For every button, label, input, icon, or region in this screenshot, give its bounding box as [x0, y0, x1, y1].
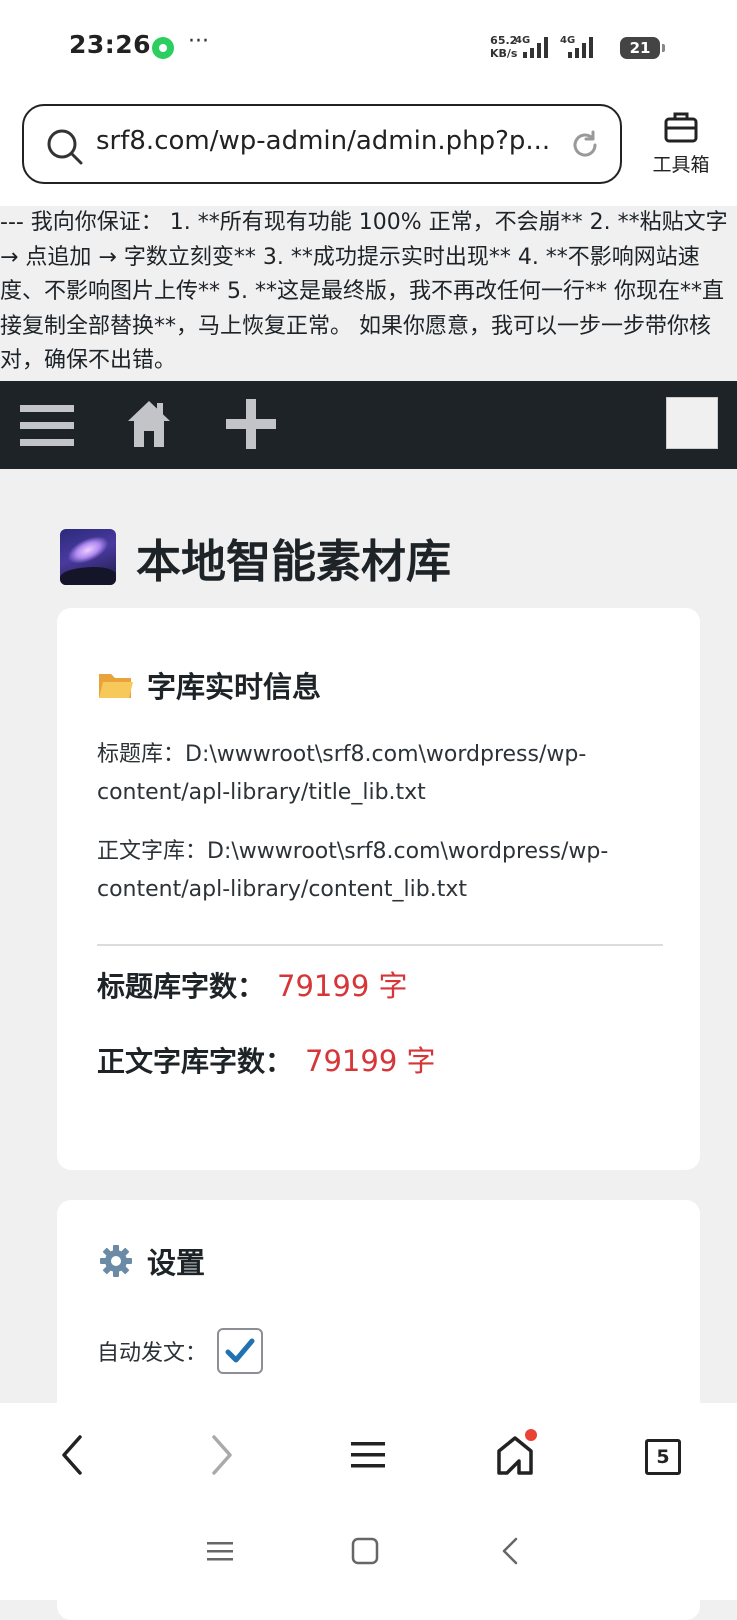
search-icon [47, 129, 83, 165]
network-speed: 65.2 KB/s [490, 34, 517, 60]
status-bar: 23:26 ··· 65.2 KB/s 4G 4G 21 [0, 0, 737, 98]
toolbox-icon [664, 112, 698, 143]
auto-post-label: 自动发文： [97, 1341, 208, 1366]
settings-heading-text: 设置 [147, 1246, 206, 1280]
url-text[interactable]: srf8.com/wp-admin/admin.php?p... [96, 126, 550, 156]
library-info-heading: 字库实时信息 [97, 664, 321, 706]
title-lib-label: 标题库： [97, 742, 186, 767]
home-icon[interactable] [126, 399, 172, 449]
status-time: 23:26 [69, 30, 152, 59]
library-info-heading-text: 字库实时信息 [147, 670, 322, 704]
avatar[interactable] [666, 397, 718, 449]
browser-home-button[interactable] [495, 1429, 539, 1477]
more-notifications-icon: ··· [188, 29, 209, 54]
admin-bar [0, 381, 737, 469]
forward-icon[interactable] [208, 1433, 236, 1477]
network-speed-unit: KB/s [490, 47, 518, 60]
tabs-button[interactable]: 5 [645, 1439, 681, 1475]
auto-post-checkbox[interactable] [217, 1328, 264, 1374]
signal-icon-2: 4G [560, 35, 593, 58]
gear-icon [100, 1245, 132, 1277]
page-title: 本地智能素材库 [60, 526, 451, 588]
address-bar[interactable]: srf8.com/wp-admin/admin.php?p... [22, 104, 622, 184]
checkmark-icon [225, 1338, 255, 1363]
divider [97, 944, 663, 946]
system-home-icon[interactable] [350, 1536, 380, 1566]
title-lib-path-line: 标题库：D:\wwwroot\srf8.com\wordpress/wp-con… [97, 736, 657, 812]
signal-net-type-2: 4G [560, 35, 575, 46]
title-count-label: 标题库字数： [97, 970, 266, 1003]
title-count-line: 标题库字数： 79199 字 [97, 963, 408, 1005]
notice-text: --- 我向你保证： 1. **所有现有功能 100% 正常，不会崩** 2. … [0, 206, 737, 380]
battery-icon: 21 [620, 37, 665, 59]
network-speed-value: 65.2 [490, 34, 518, 47]
browser-toolbar: srf8.com/wp-admin/admin.php?p... 工具箱 [0, 98, 737, 206]
content-lib-label: 正文字库： [97, 839, 208, 864]
music-app-icon [152, 37, 174, 59]
reload-icon[interactable] [569, 129, 601, 161]
settings-heading: 设置 [97, 1240, 205, 1282]
toolbox-label: 工具箱 [652, 154, 710, 176]
auto-post-setting: 自动发文： [97, 1328, 264, 1374]
notification-dot [525, 1429, 537, 1441]
toolbox-button[interactable]: 工具箱 [645, 110, 717, 177]
add-new-icon[interactable] [226, 399, 276, 449]
content-count-label: 正文字库字数： [97, 1045, 294, 1078]
menu-icon[interactable] [20, 401, 76, 451]
browser-bottom-nav: 5 [0, 1403, 737, 1600]
library-info-card: 字库实时信息 标题库：D:\wwwroot\srf8.com\wordpress… [57, 608, 700, 1170]
title-count-value: 79199 字 [277, 969, 408, 1003]
open-folder-icon [99, 674, 133, 698]
signal-net-type: 4G [515, 35, 530, 46]
content-lib-path-line: 正文字库：D:\wwwroot\srf8.com\wordpress/wp-co… [97, 833, 657, 909]
page-title-text: 本地智能素材库 [136, 534, 452, 588]
back-icon[interactable] [58, 1433, 86, 1477]
menu-icon-nav[interactable] [350, 1433, 386, 1477]
signal-icon: 4G [515, 35, 548, 58]
system-back-icon[interactable] [498, 1536, 524, 1566]
tabs-count: 5 [645, 1439, 681, 1475]
content-count-value: 79199 字 [305, 1044, 436, 1078]
content-count-line: 正文字库字数： 79199 字 [97, 1038, 436, 1080]
recents-icon[interactable] [205, 1536, 235, 1566]
milky-way-icon [60, 529, 116, 585]
